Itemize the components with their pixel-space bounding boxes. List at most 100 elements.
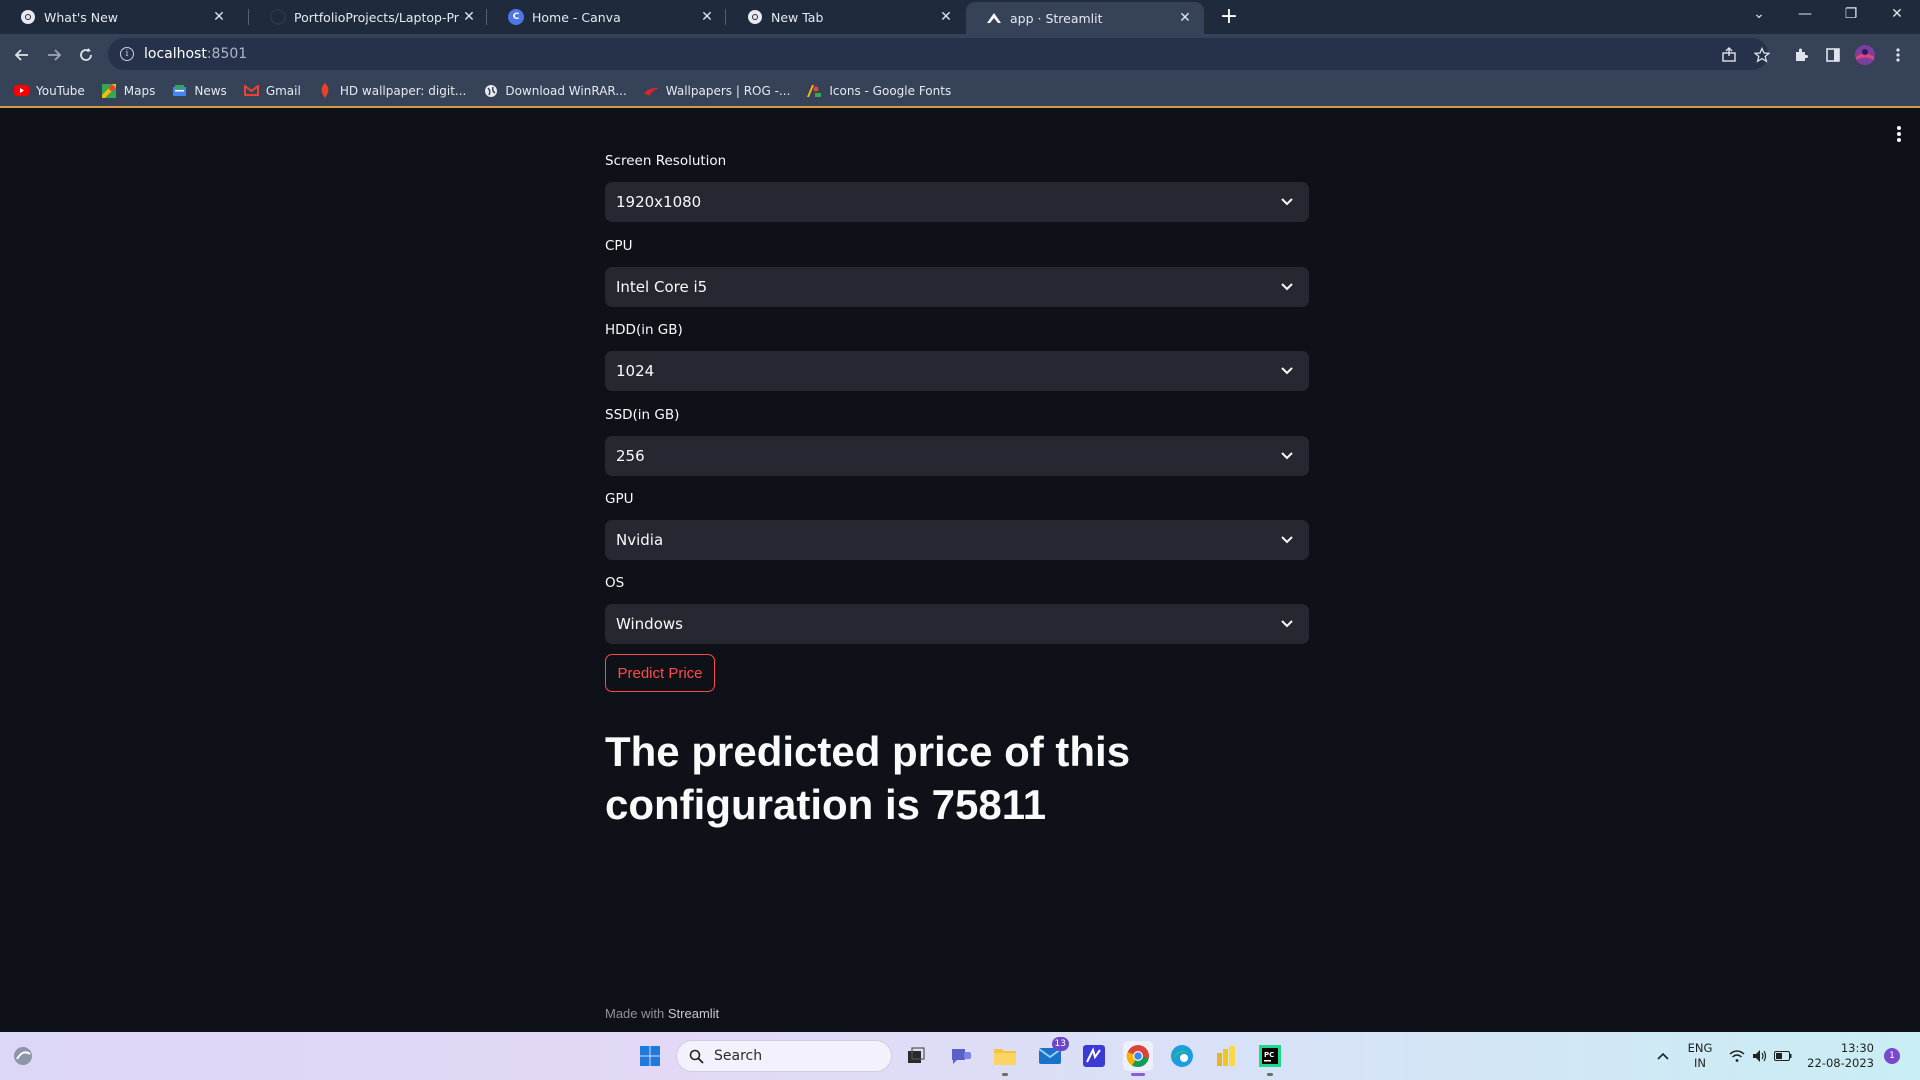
ssd-select[interactable]: 256 [605,436,1309,476]
app-menu-icon[interactable] [1896,124,1902,144]
restore-icon[interactable]: ❐ [1828,0,1874,30]
mail-icon[interactable]: 13 [1035,1037,1069,1071]
battery-icon[interactable] [1768,1041,1798,1071]
url-host: localhost [144,46,207,62]
globe-icon [483,83,498,98]
hdd-select[interactable]: 1024 [605,351,1309,391]
field-os: OS Windows [605,572,1309,644]
tab-new-tab[interactable]: New Tab ✕ [727,0,965,34]
tab-title: What's New [44,9,119,25]
tab-title: PortfolioProjects/Laptop-Price-Pr [294,9,460,25]
predict-price-button[interactable]: Predict Price [605,654,715,692]
close-icon[interactable]: ✕ [210,9,228,25]
bookmark-label: News [194,83,227,98]
select-value: Intel Core i5 [616,278,708,296]
canva-icon: C [508,9,524,25]
field-label: SSD(in GB) [605,407,680,423]
clock-time: 13:30 [1840,1041,1874,1055]
bookmark-label: YouTube [36,83,85,98]
bookmark-youtube[interactable]: YouTube [14,83,85,98]
clock[interactable]: 13:30 22-08-2023 [1804,1041,1874,1071]
extensions-puzzle-icon[interactable] [1790,44,1812,66]
field-label: GPU [605,491,634,507]
bookmark-label: Gmail [265,83,301,98]
taskbar-search-input[interactable]: Search [676,1040,892,1072]
close-icon[interactable]: ✕ [1176,10,1194,26]
youtube-icon [14,83,29,98]
select-value: Windows [616,615,683,633]
bookmark-hd-wallpaper[interactable]: HD wallpaper: digit... [318,83,466,98]
tab-streamlit-app[interactable]: app · Streamlit ✕ [966,2,1204,34]
chevron-up-icon[interactable] [1648,1041,1678,1071]
chrome-taskbar-icon[interactable] [1123,1041,1153,1076]
chrome-menu-icon[interactable] [1887,44,1909,66]
field-label: CPU [605,238,633,254]
back-arrow-icon[interactable] [8,41,36,69]
field-label: OS [605,575,625,591]
select-value: Nvidia [616,531,664,549]
tab-portfolio-projects[interactable]: PortfolioProjects/Laptop-Price-Pr ✕ [250,0,488,34]
edge-icon[interactable] [1167,1041,1197,1071]
chevron-down-icon [1279,448,1295,464]
cpu-select[interactable]: Intel Core i5 [605,267,1309,307]
maps-icon [102,83,117,98]
file-explorer-icon[interactable] [990,1041,1020,1076]
lang-bottom: IN [1694,1056,1706,1070]
chevron-down-icon [1279,532,1295,548]
close-icon[interactable]: ✕ [698,9,716,25]
streamlit-link[interactable]: Streamlit [668,1006,719,1021]
tab-title: app · Streamlit [1010,10,1103,26]
address-bar[interactable]: i localhost:8501 [108,38,1768,70]
task-view-icon[interactable] [901,1041,931,1071]
new-tab-plus-icon[interactable]: + [1216,5,1242,31]
made-with-streamlit-footer: Made with Streamlit [605,1006,719,1021]
field-label: HDD(in GB) [605,322,683,338]
input-language-indicator[interactable]: ENG IN [1683,1041,1717,1071]
pycharm-icon[interactable]: PC [1255,1041,1285,1076]
search-placeholder: Search [714,1048,763,1064]
mail-unread-badge: 13 [1051,1037,1069,1051]
minimize-icon[interactable]: — [1782,0,1828,30]
gpu-select[interactable]: Nvidia [605,520,1309,560]
power-bi-icon[interactable] [1211,1041,1241,1071]
field-gpu: GPU Nvidia [605,488,1309,560]
bookmark-google-fonts[interactable]: Icons - Google Fonts [807,83,951,98]
select-value: 1920x1080 [616,193,702,211]
bookmark-download-winrar[interactable]: Download WinRAR... [483,83,627,98]
bookmark-label: Wallpapers | ROG -... [665,83,791,98]
chevron-down-icon [1279,616,1295,632]
browser-toolbar: i localhost:8501 [0,34,1920,75]
tab-search-chevron-icon[interactable]: ⌄ [1736,0,1782,30]
tab-title: Home - Canva [532,9,621,25]
tab-home-canva[interactable]: C Home - Canva ✕ [488,0,726,34]
bookmark-news[interactable]: News [172,83,227,98]
profile-avatar[interactable] [1854,44,1876,66]
news-icon [172,83,187,98]
tab-title: New Tab [771,9,824,25]
screen-resolution-select[interactable]: 1920x1080 [605,182,1309,222]
site-info-icon[interactable]: i [120,47,134,61]
bookmark-wallpapers-rog[interactable]: Wallpapers | ROG -... [643,83,791,98]
reload-icon[interactable] [72,41,100,69]
tab-whats-new[interactable]: What's New ✕ [0,0,238,34]
side-panel-icon[interactable] [1822,44,1844,66]
chevron-down-icon [1279,363,1295,379]
chevron-down-icon [1279,194,1295,210]
editor-app-icon[interactable] [1079,1041,1109,1071]
bookmark-maps[interactable]: Maps [102,83,155,98]
start-windows-icon[interactable] [635,1041,665,1071]
teams-chat-icon[interactable] [946,1041,976,1071]
os-select[interactable]: Windows [605,604,1309,644]
clock-date: 22-08-2023 [1807,1056,1874,1070]
forward-arrow-icon[interactable] [40,41,68,69]
bookmark-gmail[interactable]: Gmail [243,83,301,98]
share-icon[interactable] [1718,44,1740,66]
bookmark-star-icon[interactable] [1751,44,1773,66]
bookmark-label: Download WinRAR... [505,83,627,98]
widgets-icon[interactable] [8,1041,38,1071]
close-icon[interactable]: ✕ [937,9,955,25]
window-close-icon[interactable]: ✕ [1874,0,1920,30]
close-icon[interactable]: ✕ [460,9,478,25]
notification-badge[interactable]: 1 [1884,1048,1900,1064]
lang-top: ENG [1687,1041,1713,1055]
